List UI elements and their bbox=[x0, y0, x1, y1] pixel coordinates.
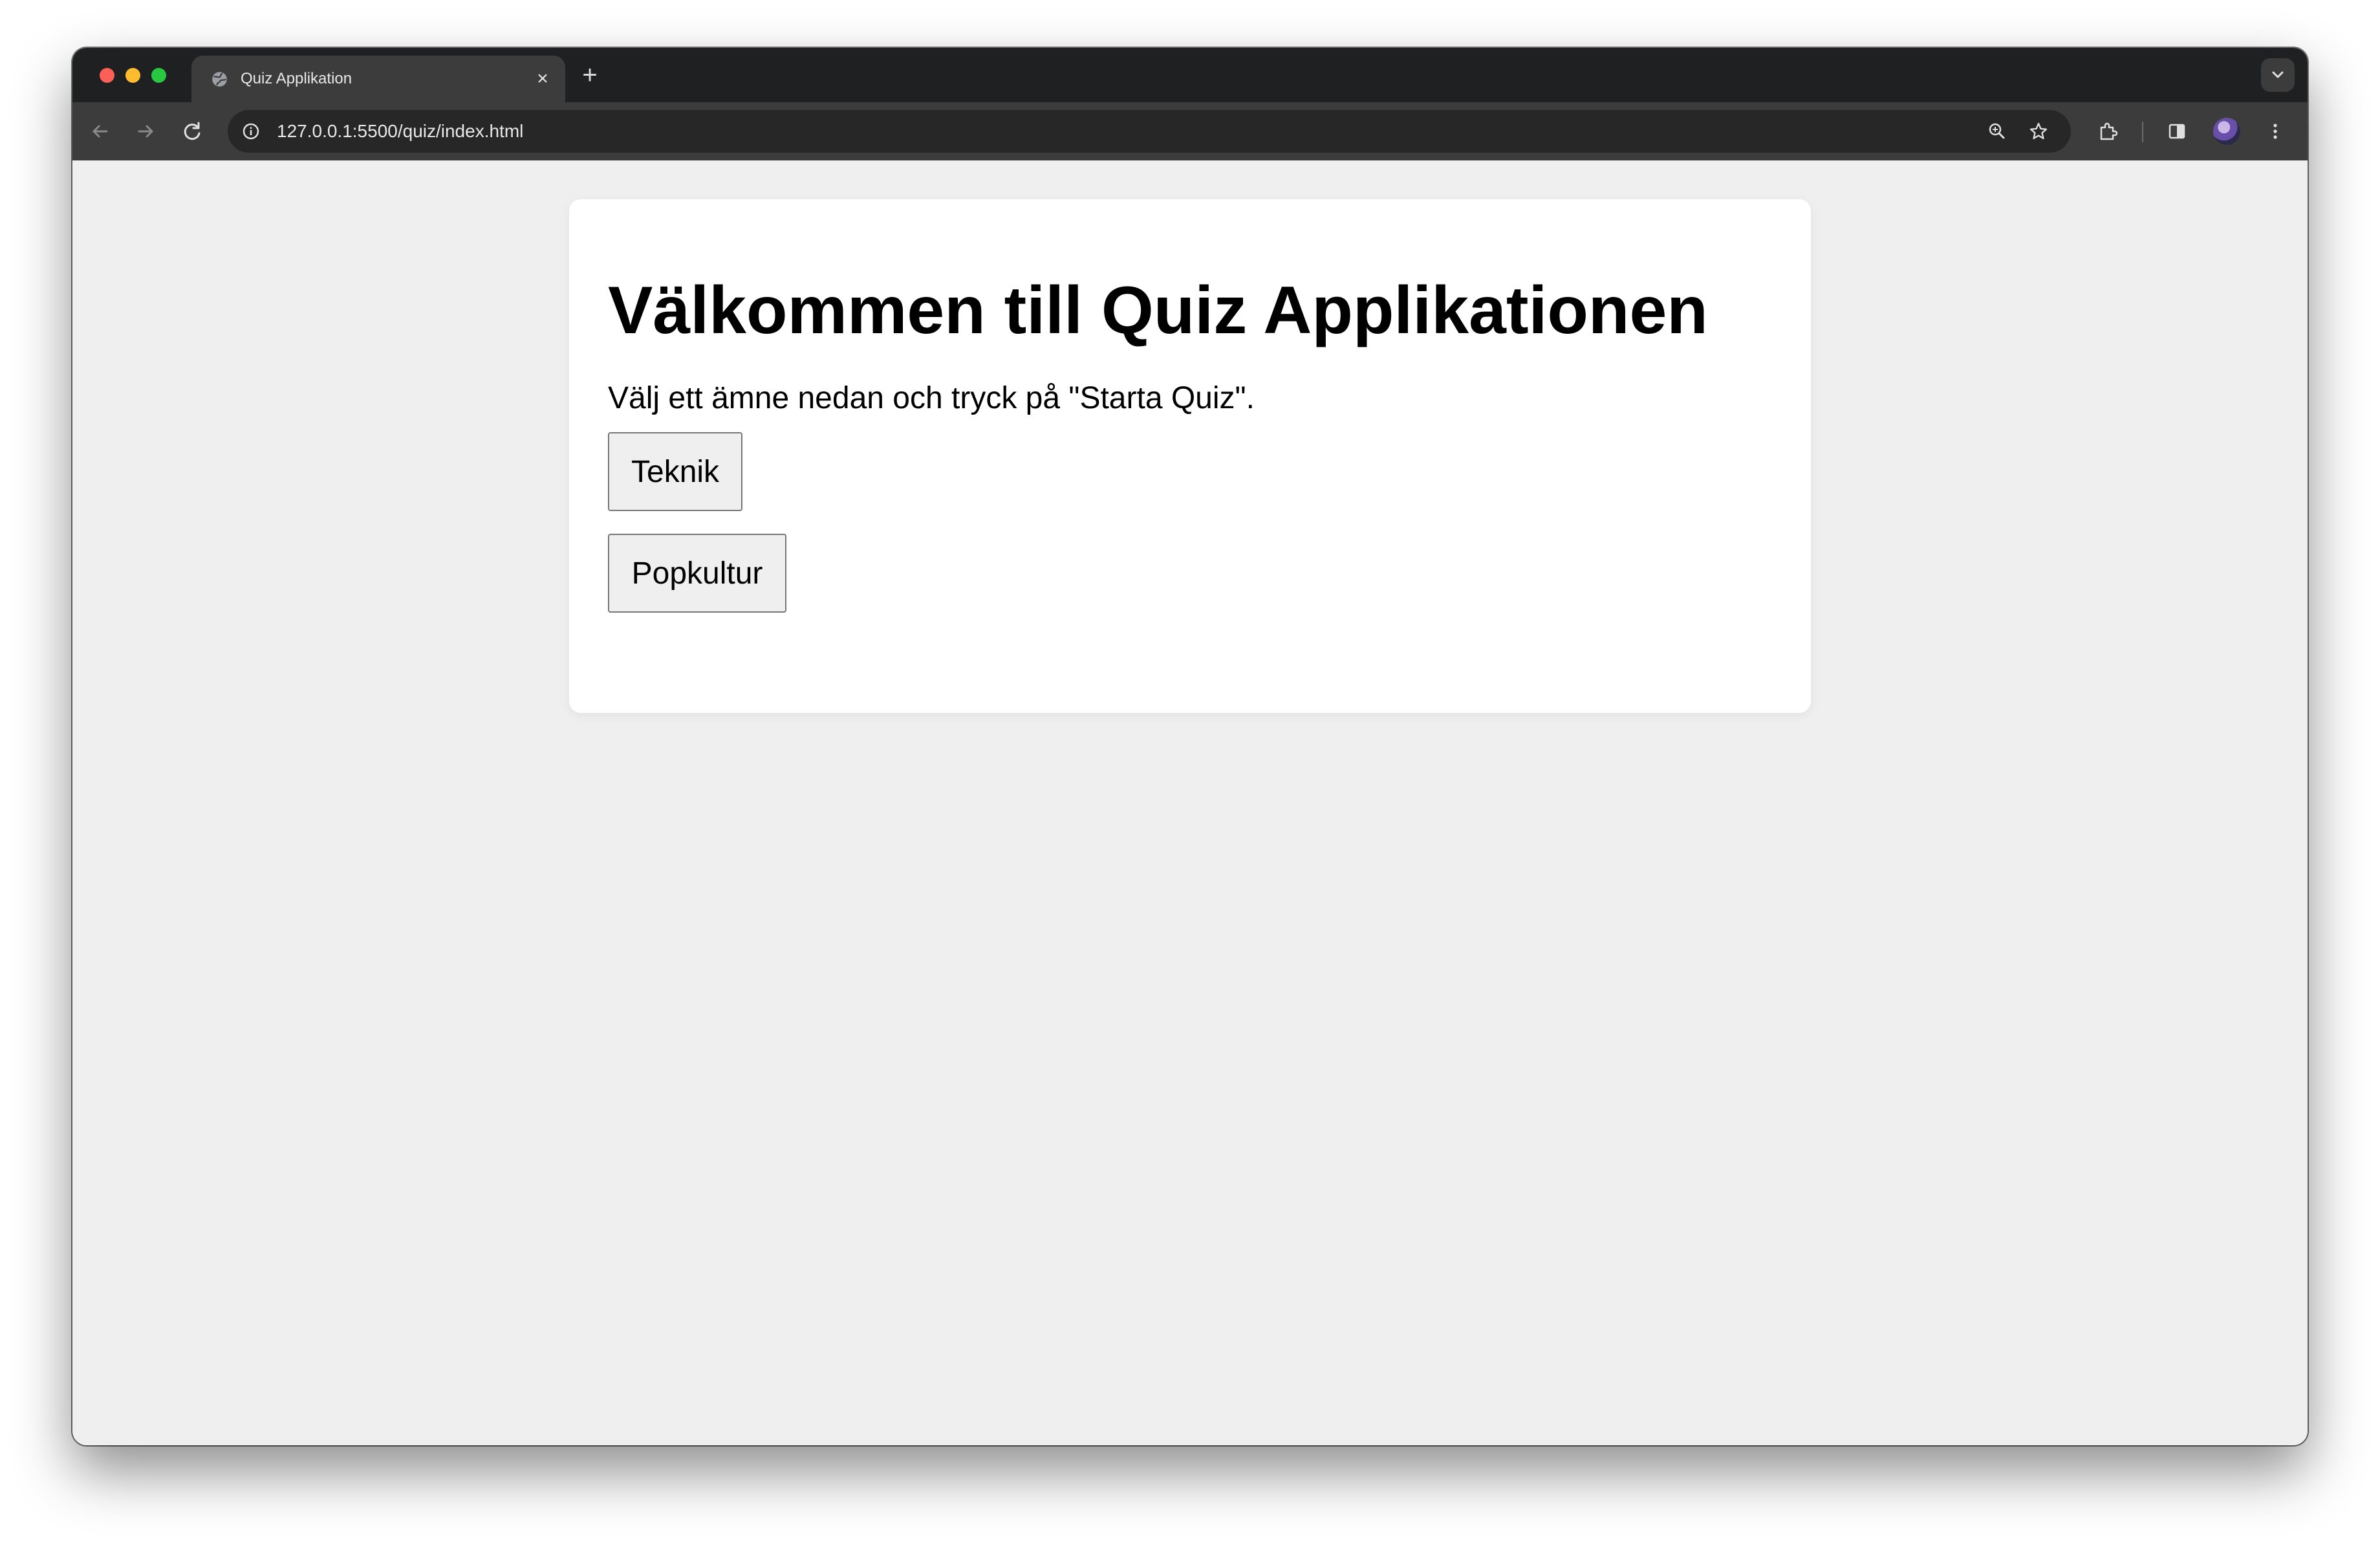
extensions-icon[interactable] bbox=[2095, 118, 2121, 144]
toolbar-divider bbox=[2142, 122, 2143, 142]
tab-search-button[interactable] bbox=[2261, 58, 2295, 92]
chevron-down-icon bbox=[2272, 71, 2284, 78]
page-title: Välkommen till Quiz Applikationen bbox=[608, 273, 1708, 348]
browser-window: Quiz Applikation × + 127.0.0.1:5500/quiz… bbox=[72, 48, 2308, 1445]
plus-icon[interactable]: + bbox=[577, 62, 603, 88]
close-window-button[interactable] bbox=[100, 68, 114, 83]
maximize-window-button[interactable] bbox=[151, 68, 166, 83]
reload-icon[interactable] bbox=[177, 116, 207, 146]
avatar[interactable] bbox=[2213, 118, 2240, 145]
instruction-text: Välj ett ämne nedan och tryck på "Starta… bbox=[608, 381, 1255, 415]
page-viewport: Välkommen till Quiz Applikationen Välj e… bbox=[72, 160, 2308, 1445]
globe-icon bbox=[212, 72, 227, 87]
info-icon[interactable] bbox=[241, 121, 261, 142]
quiz-card: Välkommen till Quiz Applikationen Välj e… bbox=[569, 199, 1811, 713]
star-icon[interactable] bbox=[2027, 120, 2050, 143]
topic-button-teknik[interactable]: Teknik bbox=[608, 432, 742, 511]
close-icon[interactable]: × bbox=[532, 68, 554, 90]
topic-button-popkultur[interactable]: Popkultur bbox=[608, 534, 786, 613]
kebab-menu-icon[interactable] bbox=[2262, 118, 2288, 144]
url-text[interactable]: 127.0.0.1:5500/quiz/index.html bbox=[277, 121, 523, 142]
address-bar[interactable]: 127.0.0.1:5500/quiz/index.html bbox=[228, 110, 2071, 153]
side-panel-icon[interactable] bbox=[2164, 118, 2190, 144]
browser-toolbar: 127.0.0.1:5500/quiz/index.html bbox=[72, 102, 2308, 160]
forward-arrow-icon[interactable] bbox=[131, 116, 160, 146]
back-arrow-icon[interactable] bbox=[85, 116, 115, 146]
zoom-icon[interactable] bbox=[1985, 120, 2009, 143]
tab-title: Quiz Applikation bbox=[241, 70, 352, 87]
minimize-window-button[interactable] bbox=[125, 68, 140, 83]
tab-quiz-applikation[interactable]: Quiz Applikation × bbox=[191, 56, 565, 102]
tab-strip: Quiz Applikation × + bbox=[72, 48, 2308, 102]
